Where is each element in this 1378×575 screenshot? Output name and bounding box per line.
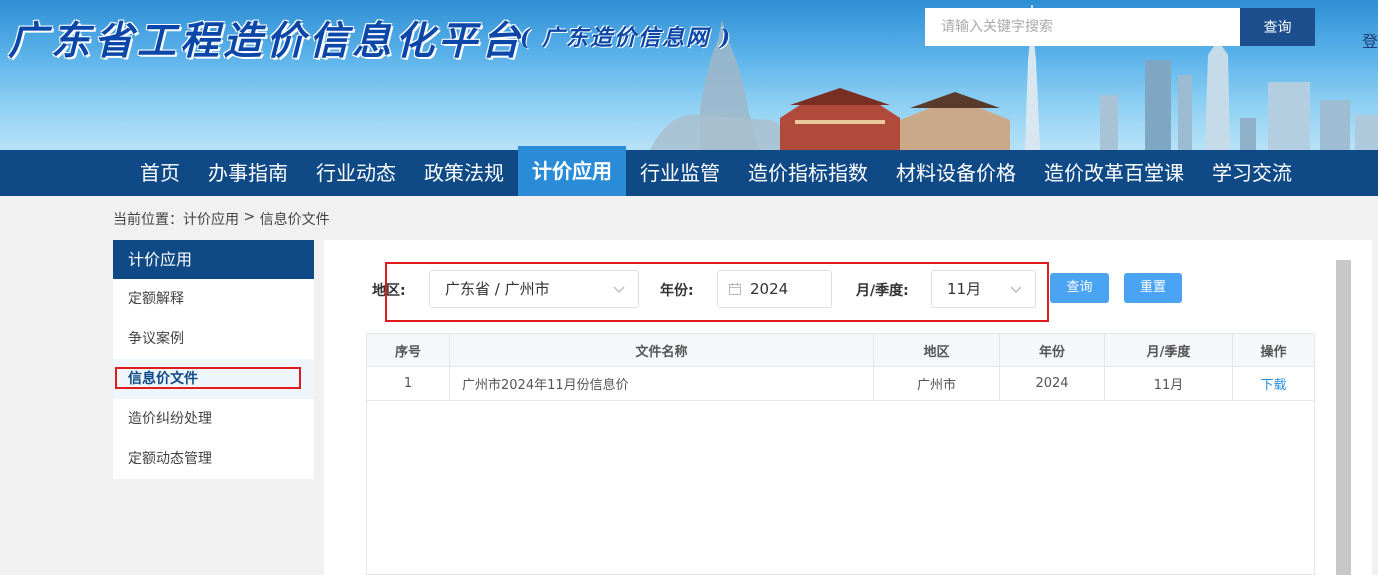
cell-region: 广州市 <box>874 367 1000 400</box>
header-banner: 广东省工程造价信息化平台 ( 广东造价信息网 ) 查询 登 <box>0 0 1378 150</box>
column-header-index: 序号 <box>367 334 450 366</box>
scrollbar[interactable] <box>1336 260 1351 575</box>
breadcrumb-separator: > <box>239 209 260 225</box>
nav-item-learning[interactable]: 学习交流 <box>1198 150 1306 196</box>
cell-year: 2024 <box>1000 367 1105 400</box>
site-subtitle: ( 广东造价信息网 ) <box>520 25 733 51</box>
breadcrumb-level2: 信息价文件 <box>259 212 330 228</box>
files-table: 序号 文件名称 地区 年份 月/季度 操作 1 广州市2024年11月份信息价 … <box>366 333 1315 575</box>
column-header-filename: 文件名称 <box>450 334 874 366</box>
column-header-period: 月/季度 <box>1105 334 1233 366</box>
nav-item-supervision[interactable]: 行业监管 <box>626 150 734 196</box>
breadcrumb-level1[interactable]: 计价应用 <box>183 209 239 229</box>
nav-item-policy[interactable]: 政策法规 <box>410 150 518 196</box>
main-nav: 首页 办事指南 行业动态 政策法规 计价应用 行业监管 造价指标指数 材料设备价… <box>0 146 1378 196</box>
sidebar-item-label: 争议案例 <box>128 331 184 347</box>
breadcrumb: 当前位置： 计价应用 > 信息价文件 <box>113 209 330 229</box>
nav-item-material-price[interactable]: 材料设备价格 <box>882 150 1030 196</box>
column-header-action: 操作 <box>1260 344 1287 360</box>
nav-item-home[interactable]: 首页 <box>126 150 194 196</box>
table-row: 1 广州市2024年11月份信息价 广州市 2024 11月 下载 <box>367 367 1314 401</box>
cell-action: 下载 <box>1233 367 1314 400</box>
column-header-year: 年份 <box>1000 334 1105 366</box>
sidebar-item-label: 造价纠纷处理 <box>128 411 212 427</box>
nav-item-pricing-app[interactable]: 计价应用 <box>518 146 626 196</box>
login-link[interactable]: 登 <box>1362 28 1378 52</box>
download-link[interactable]: 下载 <box>1260 374 1286 393</box>
cell-period: 11月 <box>1105 367 1233 400</box>
sidebar-item-quota-explanation[interactable]: 定额解释 <box>113 279 314 319</box>
search-input[interactable] <box>925 8 1241 46</box>
nav-item-cost-index[interactable]: 造价指标指数 <box>734 150 882 196</box>
sidebar-item-quota-dynamic[interactable]: 定额动态管理 <box>113 439 314 479</box>
sidebar-item-label: 定额动态管理 <box>128 451 212 467</box>
table-header-row: 序号 文件名称 地区 年份 月/季度 操作 <box>367 334 1314 367</box>
sidebar-item-label: 定额解释 <box>128 291 184 307</box>
nav-item-reform-course[interactable]: 造价改革百堂课 <box>1030 150 1198 196</box>
breadcrumb-prefix: 当前位置： <box>113 212 183 228</box>
site-title: 广东省工程造价信息化平台 <box>8 18 525 64</box>
filter-highlight-box <box>385 262 1049 322</box>
nav-item-guide[interactable]: 办事指南 <box>194 150 302 196</box>
sidebar-heading: 计价应用 <box>113 240 314 279</box>
query-button[interactable]: 查询 <box>1050 273 1109 303</box>
cell-filename: 广州市2024年11月份信息价 <box>450 367 874 400</box>
cell-index: 1 <box>367 367 450 400</box>
nav-item-news[interactable]: 行业动态 <box>302 150 410 196</box>
reset-button[interactable]: 重置 <box>1124 273 1182 303</box>
sidebar-item-dispute-cases[interactable]: 争议案例 <box>113 319 314 359</box>
column-header-region: 地区 <box>874 334 1000 366</box>
highlight-box <box>115 367 301 389</box>
sidebar-item-info-price-files[interactable]: 信息价文件 <box>113 359 314 399</box>
sidebar-item-cost-dispute[interactable]: 造价纠纷处理 <box>113 399 314 439</box>
search-button[interactable]: 查询 <box>1240 8 1315 46</box>
sidebar: 计价应用 定额解释 争议案例 信息价文件 造价纠纷处理 定额动态管理 <box>113 240 314 479</box>
